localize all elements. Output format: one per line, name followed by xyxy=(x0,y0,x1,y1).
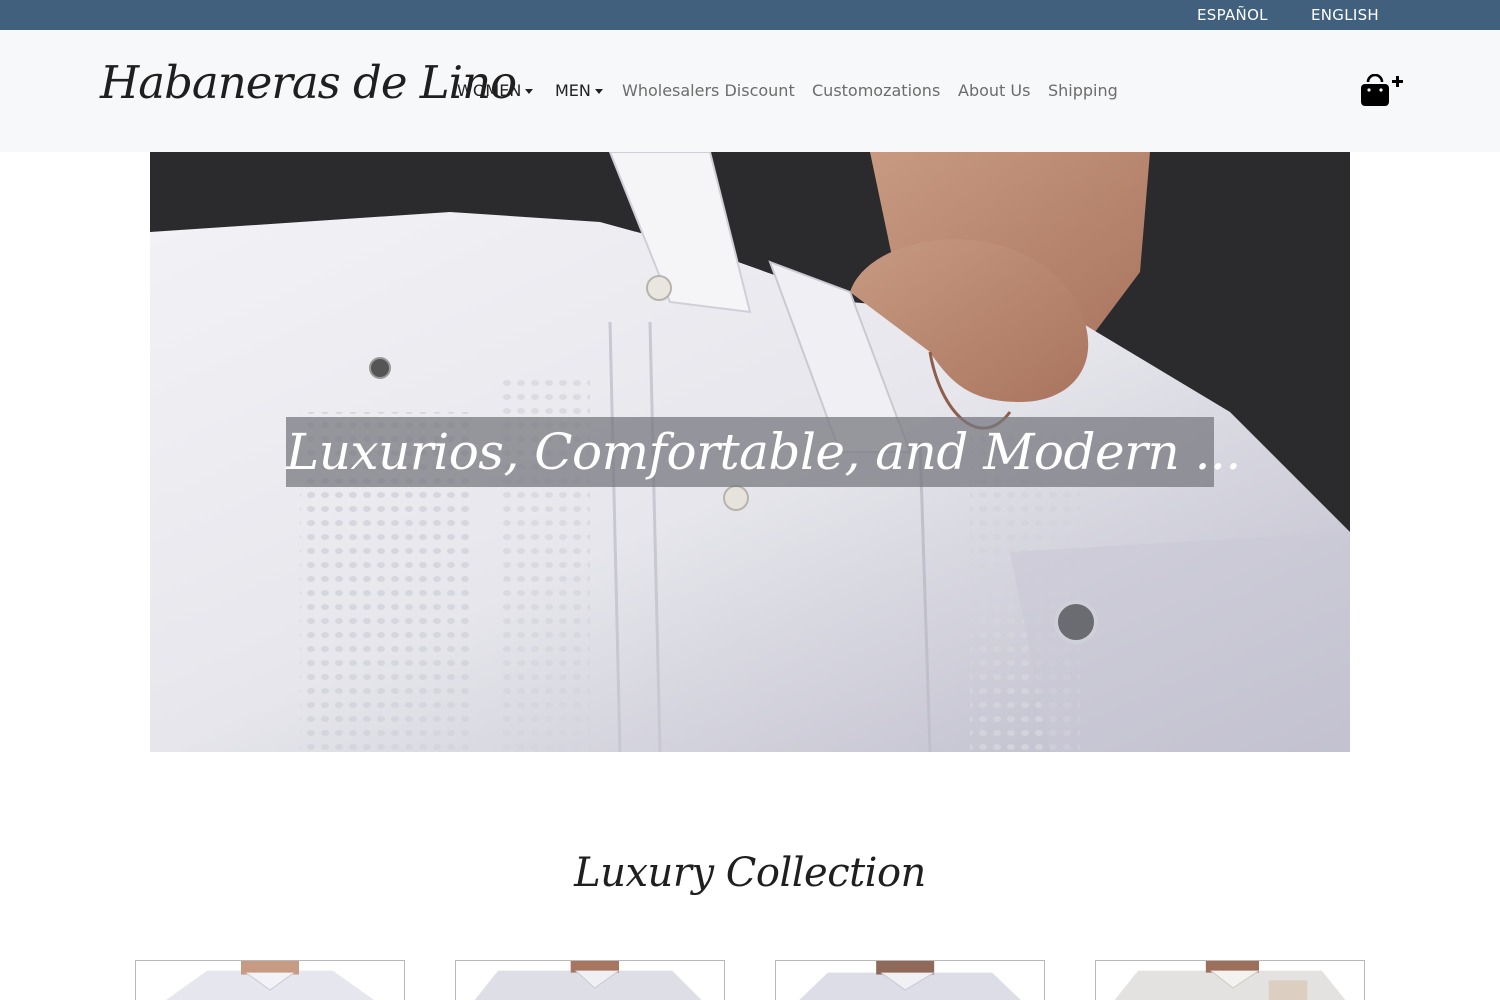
language-english-link[interactable]: ENGLISH xyxy=(1311,6,1379,24)
language-bar: ESPAÑOL ENGLISH xyxy=(0,0,1500,30)
hero-caption: Luxurios, Comfortable, and Modern ... xyxy=(286,423,1241,481)
hero-banner: Luxurios, Comfortable, and Modern ... xyxy=(150,152,1350,752)
shopping-bag-plus-icon[interactable] xyxy=(1360,73,1404,108)
nav-about-link[interactable]: About Us xyxy=(958,81,1030,100)
nav-women-dropdown[interactable]: WOMEN xyxy=(457,81,534,100)
nav-men-label: MEN xyxy=(555,81,591,100)
product-card[interactable] xyxy=(455,960,725,1000)
caret-down-icon xyxy=(525,89,534,94)
product-image xyxy=(779,961,1041,1000)
product-card[interactable] xyxy=(775,960,1045,1000)
product-image xyxy=(139,961,401,1000)
product-image xyxy=(459,961,721,1000)
brand-logo[interactable]: Habaneras de Lino xyxy=(100,56,517,109)
nav-men-dropdown[interactable]: MEN xyxy=(555,81,603,100)
product-card[interactable] xyxy=(135,960,405,1000)
caret-down-icon xyxy=(594,89,603,94)
nav-shipping-link[interactable]: Shipping xyxy=(1048,81,1118,100)
collection-title: Luxury Collection xyxy=(574,850,926,896)
nav-wholesalers-link[interactable]: Wholesalers Discount xyxy=(622,81,795,100)
language-spanish-link[interactable]: ESPAÑOL xyxy=(1197,6,1268,24)
main-navbar: Habaneras de Lino WOMEN MEN Wholesalers … xyxy=(0,30,1500,152)
nav-customizations-link[interactable]: Customozations xyxy=(812,81,940,100)
product-image xyxy=(1099,961,1361,1000)
product-card[interactable] xyxy=(1095,960,1365,1000)
nav-women-label: WOMEN xyxy=(457,81,522,100)
